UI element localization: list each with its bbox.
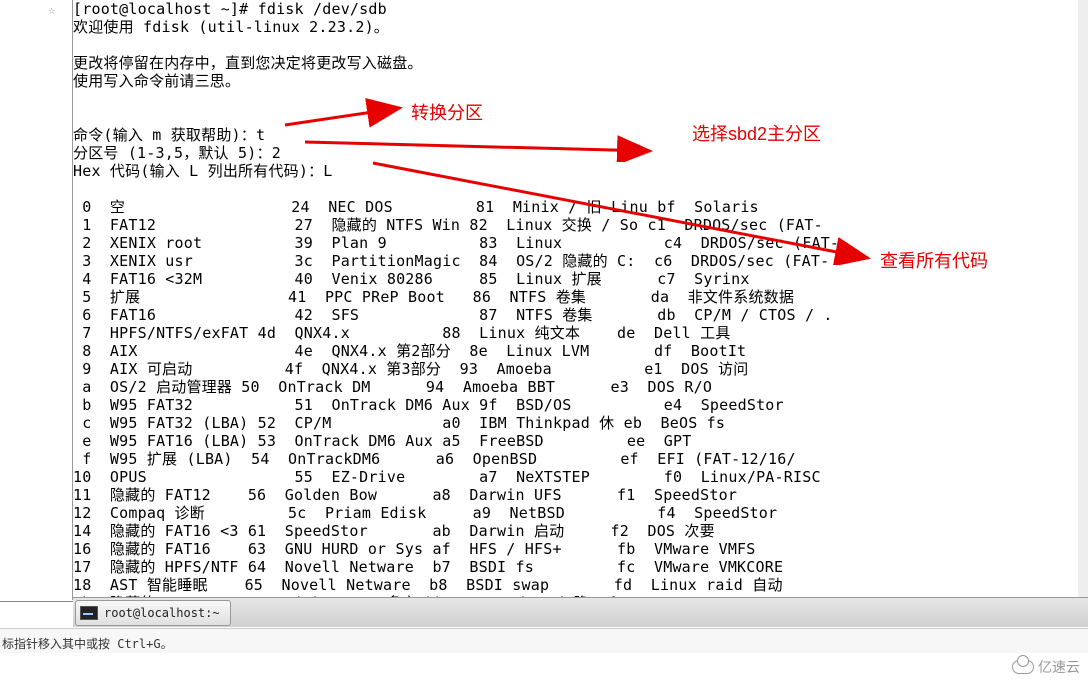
terminal-line-warn2: 使用写入命令前请三思。 [73, 72, 1088, 90]
terminal-line-cmd1: 命令(输入 m 获取帮助)：t [73, 126, 1088, 144]
terminal-line-welcome: 欢迎使用 fdisk (util-linux 2.23.2)。 [73, 18, 1088, 36]
blank-line [73, 90, 1088, 108]
terminal-window: ☆ [root@localhost ~]# fdisk /dev/sdb 欢迎使… [0, 0, 1088, 602]
cloud-icon [1012, 660, 1034, 674]
annotation-convert-partition: 转换分区 [411, 99, 483, 125]
gutter-strip: ☆ [0, 0, 73, 600]
annotation-select-sbd2: 选择sbd2主分区 [692, 120, 821, 146]
terminal-body[interactable]: [root@localhost ~]# fdisk /dev/sdb 欢迎使用 … [73, 0, 1088, 600]
terminal-line-cmd2: 分区号 (1-3,5，默认 5)：2 [73, 144, 1088, 162]
taskbar-item-label: root@localhost:~ [104, 606, 220, 620]
watermark: 亿速云 [1012, 657, 1080, 677]
terminal-line-cmd3: Hex 代码(输入 L 列出所有代码)：L [73, 162, 1088, 180]
blank-line [73, 36, 1088, 54]
blank-line [73, 108, 1088, 126]
vertical-scrollbar[interactable] [1078, 0, 1088, 600]
status-text: 标指针移入其中或按 Ctrl+G。 [2, 637, 173, 651]
terminal-line-prompt: [root@localhost ~]# fdisk /dev/sdb [73, 0, 1088, 18]
annotation-view-all-codes: 查看所有代码 [880, 247, 988, 273]
desktop-taskbar: root@localhost:~ [73, 597, 1088, 627]
taskbar-item-terminal[interactable]: root@localhost:~ [75, 600, 231, 626]
watermark-text: 亿速云 [1038, 657, 1080, 677]
blank-line [73, 180, 1088, 198]
bookmark-icon: ☆ [48, 3, 58, 15]
terminal-line-warn1: 更改将停留在内存中，直到您决定将更改写入磁盘。 [73, 54, 1088, 72]
terminal-icon [80, 606, 98, 620]
status-bar: 标指针移入其中或按 Ctrl+G。 [0, 628, 1088, 653]
